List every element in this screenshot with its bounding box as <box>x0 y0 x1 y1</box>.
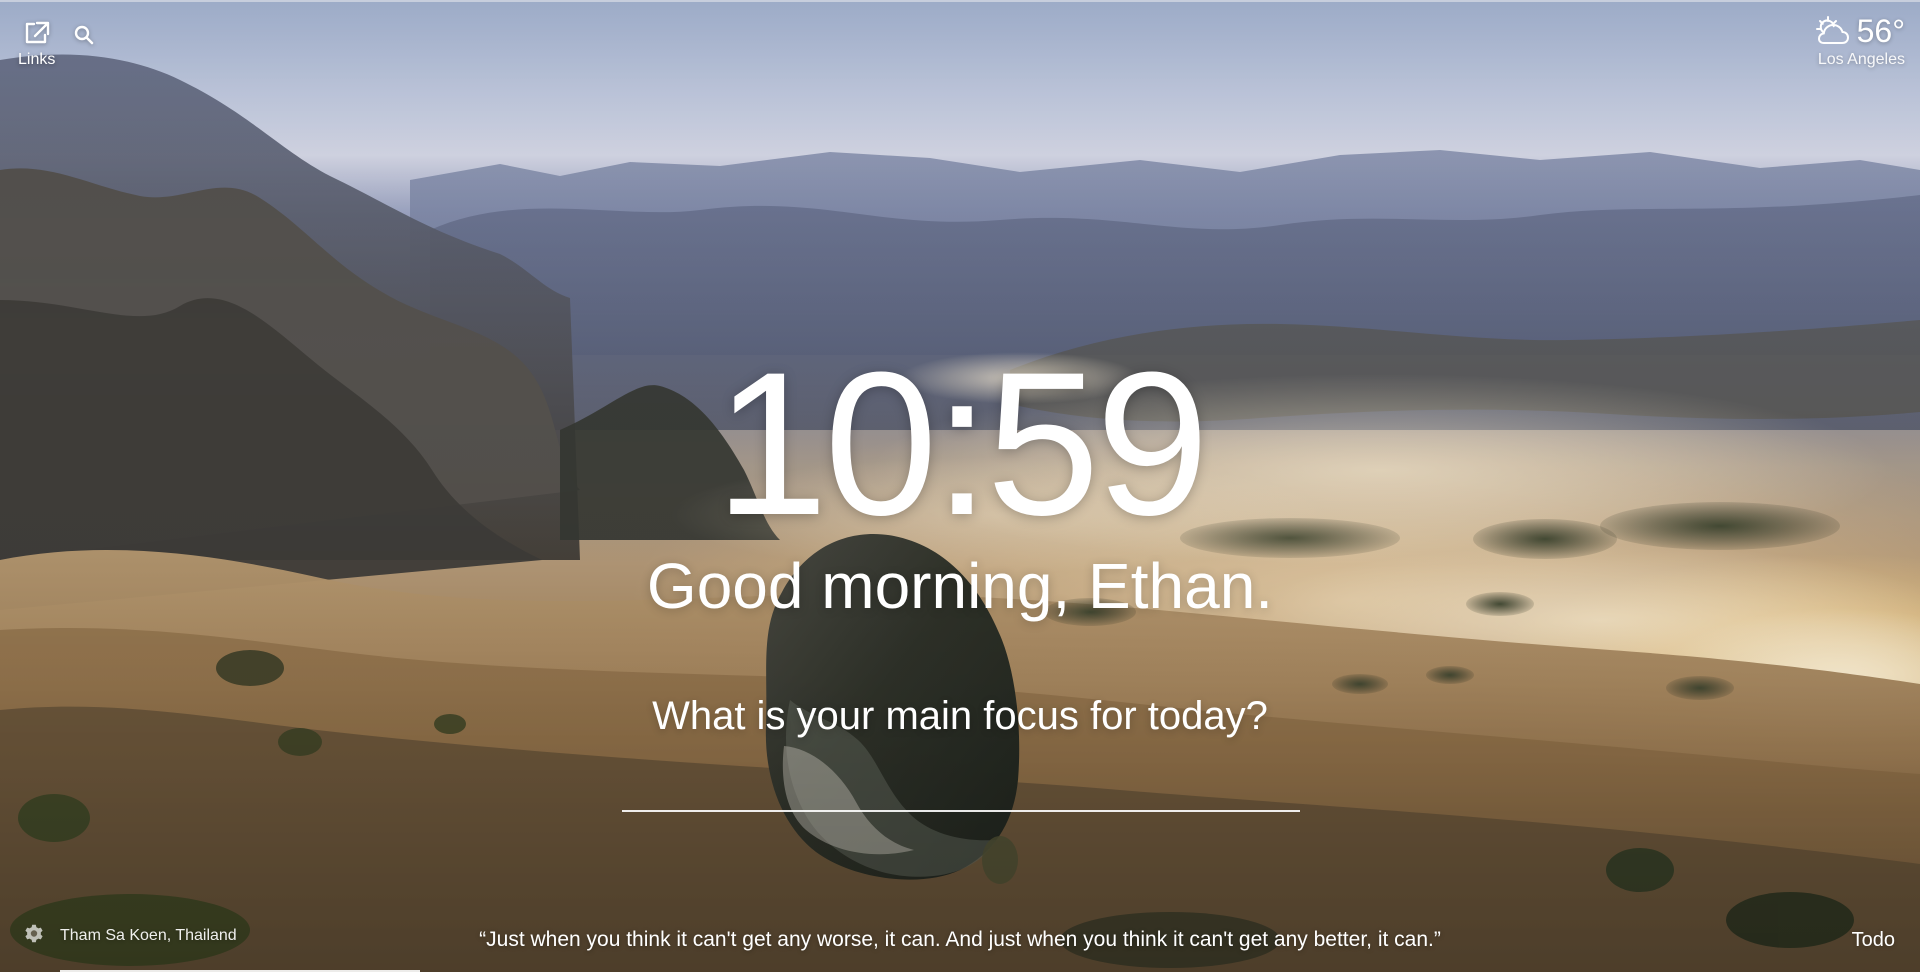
photo-location[interactable]: Tham Sa Koen, Thailand <box>60 928 237 944</box>
mountain-landscape-background <box>0 54 1920 972</box>
links-button[interactable]: Links <box>18 20 55 68</box>
focus-input[interactable] <box>622 756 1300 812</box>
gear-icon[interactable] <box>22 922 46 950</box>
bottom-left-controls: Tham Sa Koen, Thailand <box>22 922 237 950</box>
weather-widget[interactable]: 56° Los Angeles <box>1813 14 1905 68</box>
external-link-icon <box>23 20 51 46</box>
browser-top-edge <box>0 0 1920 2</box>
weather-location: Los Angeles <box>1817 51 1905 68</box>
top-left-toolbar: Links <box>18 20 95 68</box>
partly-cloudy-icon <box>1813 14 1851 48</box>
weather-temperature: 56° <box>1856 13 1905 49</box>
momentum-dashboard: Links 56° Los Angeles 10:59 Good morning… <box>0 0 1920 972</box>
search-icon <box>73 24 95 46</box>
weather-summary: 56° <box>1813 14 1905 48</box>
todo-button[interactable]: Todo <box>1852 930 1895 950</box>
links-label: Links <box>18 51 56 68</box>
search-button[interactable] <box>73 24 95 46</box>
